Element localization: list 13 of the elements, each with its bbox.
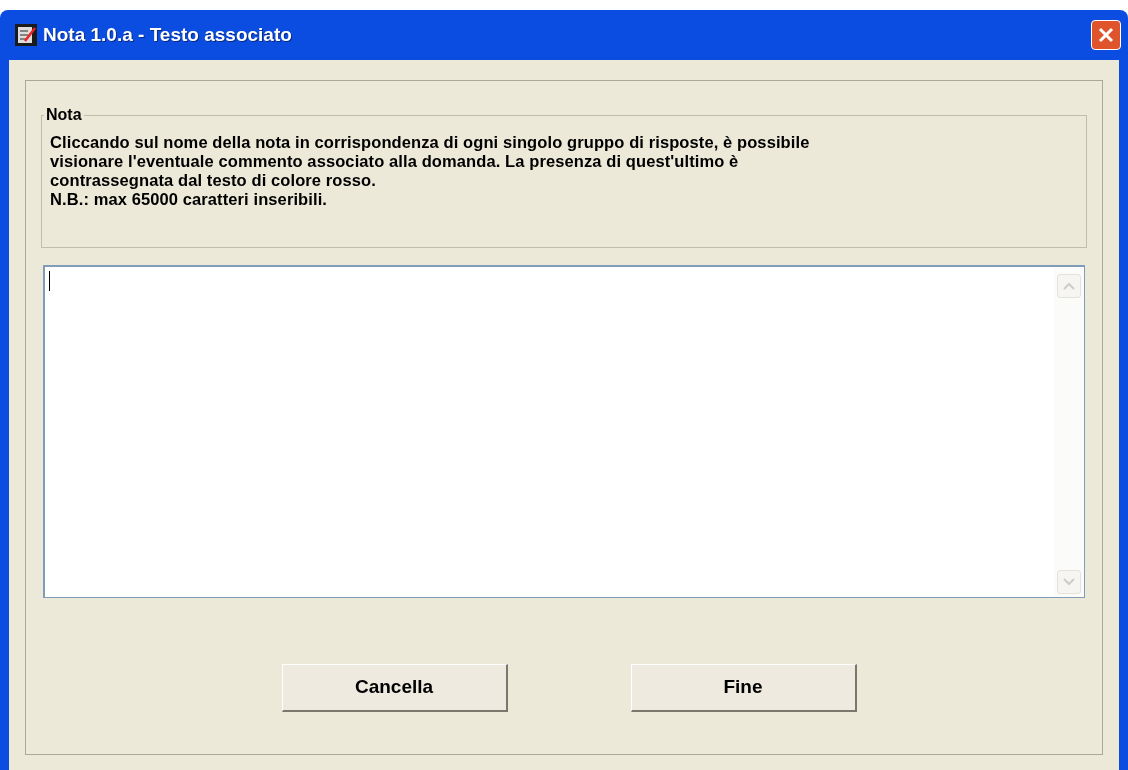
group-title: Nota <box>45 105 83 125</box>
text-cursor <box>49 271 50 291</box>
scrollbar[interactable] <box>1054 267 1084 597</box>
scroll-up-button[interactable] <box>1057 274 1081 298</box>
app-icon <box>15 24 37 46</box>
info-paragraph: Cliccando sul nome della nota in corrispondenza di ogni singolo gruppo di risposte, è possibile visionare l'eventuale commento associato alla domanda. La presenza di quest'ultimo è contrassegnata dal testo di colore rosso. N.B.: max 65000 caratteri inseribili. <box>50 133 811 209</box>
close-icon <box>1098 27 1114 43</box>
text-area[interactable] <box>43 265 1085 598</box>
close-button[interactable] <box>1091 20 1121 50</box>
dialog-button[interactable]: Cancella <box>281 664 508 712</box>
dialog-button[interactable]: Fine <box>630 664 857 712</box>
window-title: Nota 1.0.a - Testo associato <box>43 22 292 47</box>
scroll-down-button[interactable] <box>1057 570 1081 594</box>
